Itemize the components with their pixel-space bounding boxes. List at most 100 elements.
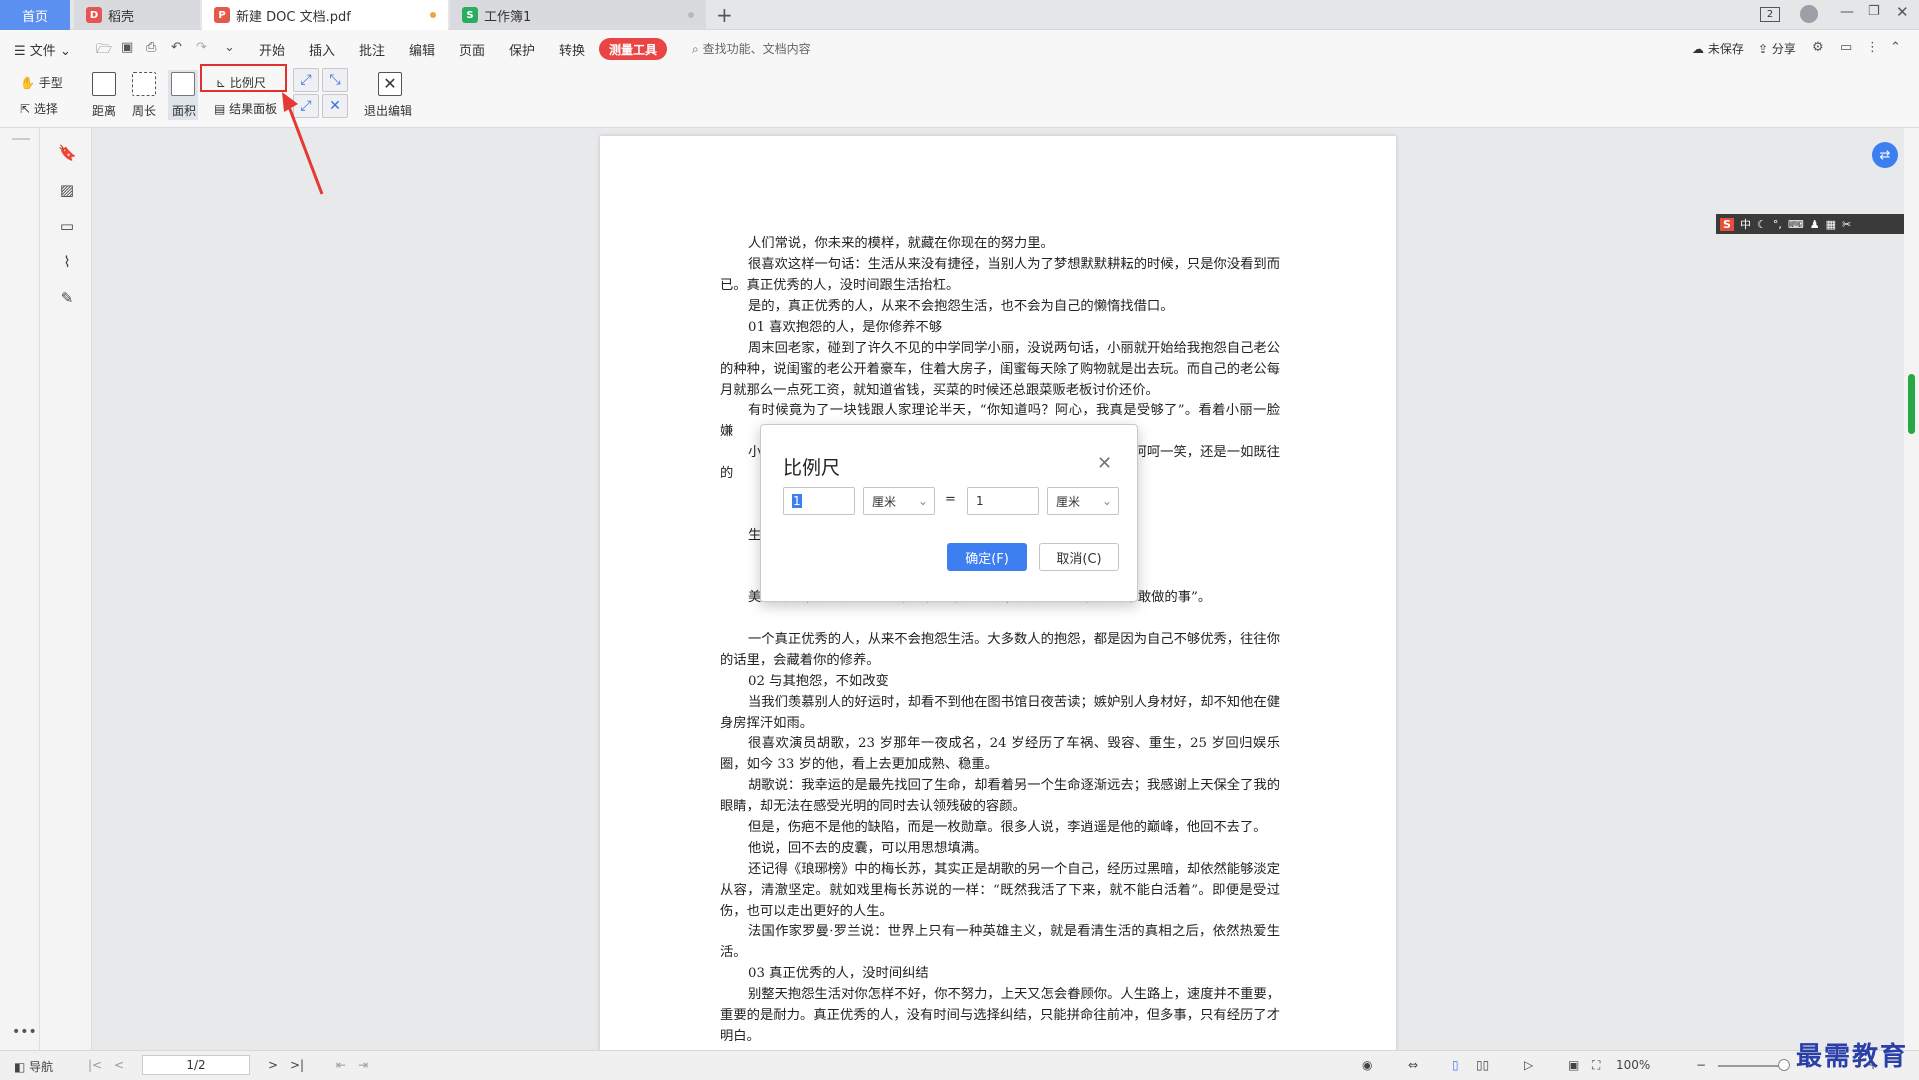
menu-annotate[interactable]: 批注 <box>359 40 385 59</box>
section-heading: 02 与其抱怨，不如改变 <box>748 674 889 689</box>
settings-icon[interactable]: ⚙ <box>1812 40 1824 55</box>
right-value-text: 1 <box>976 494 984 508</box>
exit-edit-icon[interactable]: ✕ <box>378 72 402 96</box>
redo-icon[interactable]: ↷ <box>196 40 207 55</box>
window-count-badge[interactable]: 2 <box>1760 7 1780 22</box>
bookmark-icon[interactable]: 🔖 <box>58 144 77 162</box>
dialog-close-icon[interactable]: ✕ <box>1097 453 1112 474</box>
ime-toolbar[interactable]: S 中 ☾ °, ⌨ ♟ ▦ ✂ <box>1716 214 1919 234</box>
measure-line-icon[interactable]: ⤢ <box>293 68 319 92</box>
annotation-icon[interactable]: ▭ <box>58 217 76 235</box>
tab-pdf-document[interactable]: P 新建 DOC 文档.pdf <box>202 0 448 30</box>
unsaved-button[interactable]: ☁ 未保存 <box>1692 40 1744 57</box>
vertical-scrollbar[interactable] <box>1904 128 1919 1050</box>
fit-width-icon[interactable]: ⇔ <box>1408 1058 1418 1072</box>
scale-left-value-input[interactable]: 1 <box>783 487 855 515</box>
exit-edit-label[interactable]: 退出编辑 <box>364 102 412 119</box>
thumbnail-icon[interactable]: ▨ <box>58 181 76 199</box>
perimeter-icon[interactable] <box>132 72 156 96</box>
dialog-title: 比例尺 <box>783 457 841 479</box>
ruler-distance-icon[interactable] <box>92 72 116 96</box>
menu-protect[interactable]: 保护 <box>509 40 535 59</box>
menu-edit[interactable]: 编辑 <box>409 40 435 59</box>
result-panel-label: 结果面板 <box>229 102 278 116</box>
paragraph: 很喜欢演员胡歌，23 岁那年一夜成名，24 岁经历了车祸、毁容、重生，25 岁回… <box>720 736 1280 772</box>
ok-button[interactable]: 确定(F) <box>947 543 1027 571</box>
back-icon[interactable]: ⇤ <box>336 1058 346 1072</box>
last-page-icon[interactable]: >| <box>290 1058 304 1072</box>
collapse-ribbon-icon[interactable]: ⌃ <box>1890 40 1901 55</box>
signature-icon[interactable]: ✎ <box>58 289 76 307</box>
moon-icon: ☾ <box>1756 217 1767 231</box>
menu-insert[interactable]: 插入 <box>309 40 335 59</box>
file-menu-label: 文件 <box>29 44 56 59</box>
nav-label: 导航 <box>29 1060 54 1074</box>
menu-start[interactable]: 开始 <box>259 40 285 59</box>
menu-bar <box>0 30 1919 68</box>
add-tab-button[interactable]: + <box>716 3 733 27</box>
print-icon[interactable]: ⎙ <box>146 40 156 55</box>
attachment-icon[interactable]: ⌇ <box>58 253 76 271</box>
more-options-icon[interactable]: ••• <box>12 1024 37 1040</box>
zoom-level[interactable]: 100% <box>1616 1058 1650 1072</box>
section-heading: 03 真正优秀的人，没时间纠结 <box>748 966 929 981</box>
zoom-out-icon[interactable]: − <box>1696 1058 1706 1072</box>
drag-handle-icon[interactable] <box>12 138 30 140</box>
paragraph: 当我们羡慕别人的好运时，却看不到他在图书馆日夜苦读；嫉妒别人身材好，却不知他在健… <box>720 695 1280 731</box>
distance-label[interactable]: 距离 <box>92 102 116 119</box>
measure-dotted-line-icon[interactable]: ⤡ <box>322 68 348 92</box>
more-icon[interactable]: ⋮ <box>1866 40 1879 55</box>
sidebar-icon: ◧ <box>14 1060 26 1074</box>
scale-right-unit-select[interactable]: 厘米 ⌄ <box>1047 487 1119 515</box>
prev-page-icon[interactable]: < <box>114 1058 124 1072</box>
zoom-slider-handle[interactable] <box>1778 1059 1790 1071</box>
paragraph: 一个真正优秀的人，从来不会抱怨生活。大多数人的抱怨，都是因为自己不够优秀，往往你… <box>720 632 1280 668</box>
page-number-input[interactable]: 1/2 <box>142 1055 250 1075</box>
tab-workbook-label: 工作簿1 <box>484 9 532 25</box>
eye-protection-icon[interactable]: ◉ <box>1362 1058 1372 1072</box>
share-label: 分享 <box>1771 42 1796 56</box>
comment-icon[interactable]: ▭ <box>1840 40 1852 55</box>
hand-tool[interactable]: ✋ 手型 <box>20 74 63 91</box>
scale-button[interactable]: ⊾ 比例尺 <box>216 74 266 91</box>
menu-convert[interactable]: 转换 <box>559 40 585 59</box>
tab-close-dot-icon[interactable] <box>688 12 694 18</box>
menu-measure-tools[interactable]: 测量工具 <box>599 38 667 60</box>
scale-right-value-input[interactable]: 1 <box>967 487 1039 515</box>
perimeter-label[interactable]: 周长 <box>132 102 156 119</box>
scale-left-unit-select[interactable]: 厘米 ⌄ <box>863 487 935 515</box>
result-panel-button[interactable]: ▤ 结果面板 <box>214 100 277 117</box>
tab-workbook[interactable]: S 工作簿1 <box>450 0 706 30</box>
fit-page-icon[interactable]: ⛶ <box>1592 1058 1600 1073</box>
tab-docer[interactable]: D 稻壳 <box>74 0 200 30</box>
nav-toggle[interactable]: ◧ 导航 <box>14 1058 53 1075</box>
open-icon[interactable]: 🗁 <box>96 40 112 62</box>
scroll-thumb[interactable] <box>1908 374 1915 434</box>
pdf-file-icon: P <box>214 7 230 23</box>
play-icon[interactable]: ▷ <box>1524 1058 1533 1072</box>
select-label: 选择 <box>33 102 58 116</box>
undo-icon[interactable]: ↶ <box>171 40 182 55</box>
share-button[interactable]: ⇪ 分享 <box>1758 40 1796 57</box>
menu-page[interactable]: 页面 <box>459 40 485 59</box>
actual-size-icon[interactable]: ▣ <box>1568 1058 1579 1072</box>
quick-access-dropdown-icon[interactable]: ⌄ <box>224 40 235 55</box>
forward-icon[interactable]: ⇥ <box>358 1058 368 1072</box>
search-box[interactable]: ⌕ 查找功能、文档内容 <box>692 40 811 57</box>
first-page-icon[interactable]: |< <box>88 1058 102 1072</box>
close-icon[interactable]: ✕ <box>1896 3 1909 21</box>
next-page-icon[interactable]: > <box>268 1058 278 1072</box>
save-icon[interactable]: ▣ <box>121 40 133 55</box>
sogou-icon: S <box>1720 217 1734 231</box>
double-page-icon[interactable]: ▯▯ <box>1476 1058 1489 1072</box>
cancel-button[interactable]: 取消(C) <box>1039 543 1119 571</box>
avatar[interactable] <box>1800 5 1818 23</box>
single-page-icon[interactable]: ▯ <box>1452 1058 1459 1072</box>
file-menu[interactable]: ☰ 文件 ⌄ <box>14 40 71 59</box>
tab-home[interactable]: 首页 <box>0 0 70 30</box>
paragraph: 法国作家罗曼·罗兰说：世界上只有一种英雄主义，就是看清生活的真相之后，依然热爱生… <box>720 924 1280 960</box>
translate-float-icon[interactable]: ⇄ <box>1872 142 1898 168</box>
restore-icon[interactable]: ❐ <box>1868 4 1880 19</box>
minimize-icon[interactable]: — <box>1840 4 1854 20</box>
select-tool[interactable]: ⇱ 选择 <box>20 100 58 117</box>
